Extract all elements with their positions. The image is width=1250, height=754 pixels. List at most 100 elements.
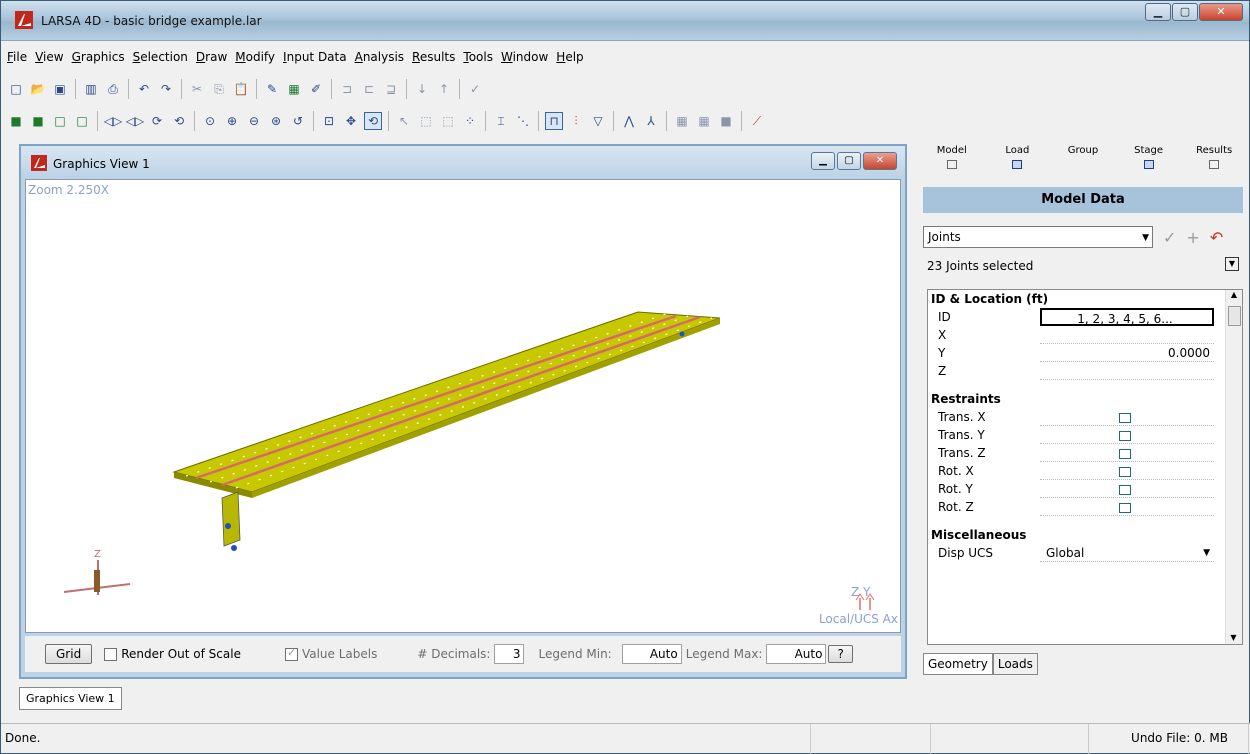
menu-help[interactable]: Help — [556, 50, 583, 64]
align-center-icon[interactable]: ⊏ — [360, 80, 378, 98]
value-labels-option[interactable]: Value Labels — [284, 646, 377, 661]
render-out-of-scale-checkbox[interactable] — [104, 648, 118, 661]
menu-modify[interactable]: Modify — [235, 50, 275, 64]
local-axes-icon[interactable]: ⅄ — [642, 112, 660, 130]
select-box-icon[interactable]: ⬚ — [417, 112, 435, 130]
cube-outline-icon[interactable]: □ — [51, 112, 69, 130]
grid-table-icon[interactable]: ▦ — [673, 112, 691, 130]
value-labels-checkbox[interactable] — [284, 646, 298, 661]
open-folder-icon[interactable]: 📂 — [29, 80, 47, 98]
scroll-up-icon[interactable]: ▲ — [1226, 290, 1242, 299]
id-field[interactable]: 1, 2, 3, 4, 5, 6... — [1040, 308, 1214, 326]
rot-y-checkbox[interactable] — [1040, 480, 1214, 498]
member-ends-icon[interactable]: ⋱ — [514, 112, 532, 130]
pan-icon[interactable]: ✥ — [342, 112, 360, 130]
cube-solid-icon[interactable]: ■ — [7, 112, 25, 130]
edit-properties-icon[interactable]: ✎ — [263, 80, 281, 98]
member-icon[interactable]: ⌶ — [492, 112, 510, 130]
legend-max-input[interactable]: Auto — [766, 644, 827, 664]
help-button[interactable]: ? — [828, 645, 853, 663]
property-grid-scrollbar[interactable]: ▲ ▼ — [1225, 290, 1242, 644]
type-select[interactable]: Joints ▼ — [923, 226, 1153, 248]
tab-loads[interactable]: Loads — [992, 653, 1038, 675]
menu-input-data[interactable]: Input Data — [283, 50, 347, 64]
rot-x-checkbox[interactable] — [1040, 462, 1214, 480]
copy-icon[interactable]: ⎘ — [210, 80, 228, 98]
filter-icon[interactable]: ▽ — [589, 112, 607, 130]
cut-icon[interactable]: ✂ — [188, 80, 206, 98]
sort-ascending-icon[interactable]: ↓ — [413, 80, 431, 98]
legend-min-input[interactable]: Auto — [621, 644, 682, 664]
doc-tab-graphics-view[interactable]: Graphics View 1 — [19, 687, 122, 710]
align-left-icon[interactable]: ⊐ — [338, 80, 356, 98]
axes-icon[interactable]: ⋀ — [620, 112, 638, 130]
tab-results[interactable]: Results — [1181, 141, 1247, 187]
disp-ucs-select[interactable]: Global ▼ — [1040, 544, 1214, 562]
zoom-previous-icon[interactable]: ↺ — [289, 112, 307, 130]
render-out-of-scale-option[interactable]: Render Out of Scale — [104, 647, 241, 661]
tab-load[interactable]: Load — [985, 141, 1051, 187]
tab-stage[interactable]: Stage — [1116, 141, 1182, 187]
zoom-icon[interactable]: ⊙ — [201, 112, 219, 130]
unselect-box-icon[interactable]: ⬚ — [439, 112, 457, 130]
y-field[interactable]: 0.0000 — [1040, 344, 1214, 362]
zoom-window-icon[interactable]: ⊡ — [320, 112, 338, 130]
menu-draw[interactable]: Draw — [196, 50, 227, 64]
trans-z-checkbox[interactable] — [1040, 444, 1214, 462]
add-plus-icon[interactable]: + — [1186, 228, 1199, 247]
z-field[interactable] — [1040, 362, 1214, 380]
cube-wire-icon[interactable]: □ — [73, 112, 91, 130]
frame-view-icon[interactable]: ⊓ — [545, 112, 563, 130]
orbit-icon[interactable]: ⟲ — [364, 112, 382, 130]
checkmark-icon[interactable]: ✓ — [466, 80, 484, 98]
graphics-close-button[interactable]: ✕ — [863, 152, 897, 170]
sort-descending-icon[interactable]: ↑ — [435, 80, 453, 98]
load-display-icon[interactable]: ⫶ — [567, 112, 585, 130]
results-chart-icon[interactable]: ⟋ — [748, 112, 766, 130]
apply-check-icon[interactable]: ✓ — [1163, 228, 1176, 247]
undo-icon[interactable]: ↶ — [135, 80, 153, 98]
menu-window[interactable]: Window — [501, 50, 548, 64]
menu-results[interactable]: Results — [412, 50, 455, 64]
scroll-down-icon[interactable]: ▼ — [1226, 633, 1241, 642]
fill-square-icon[interactable]: ■ — [717, 112, 735, 130]
selection-dropdown-icon[interactable]: ▼ — [1225, 257, 1239, 271]
redo-icon[interactable]: ↷ — [157, 80, 175, 98]
grid-table-2-icon[interactable]: ▦ — [695, 112, 713, 130]
zoom-in-icon[interactable]: ⊕ — [223, 112, 241, 130]
new-file-icon[interactable]: □ — [7, 80, 25, 98]
project-icon[interactable]: ▥ — [82, 80, 100, 98]
model-canvas[interactable]: Zoom 2.250X Z Z Y Local/UCS Ax — [25, 179, 901, 633]
tab-group[interactable]: Group — [1050, 141, 1116, 187]
rotate-left-icon[interactable]: ◁▷ — [104, 112, 122, 130]
scroll-thumb[interactable] — [1228, 306, 1241, 326]
rotate-up-icon[interactable]: ⟳ — [148, 112, 166, 130]
tab-model[interactable]: Model — [919, 141, 985, 187]
rotate-down-icon[interactable]: ⟲ — [170, 112, 188, 130]
tab-geometry[interactable]: Geometry — [923, 653, 993, 675]
menu-tools[interactable]: Tools — [463, 50, 493, 64]
maximize-button[interactable]: ▢ — [1172, 3, 1198, 21]
align-right-icon[interactable]: ⊒ — [382, 80, 400, 98]
zoom-out-icon[interactable]: ⊖ — [245, 112, 263, 130]
menu-view[interactable]: View — [35, 50, 63, 64]
menu-analysis[interactable]: Analysis — [355, 50, 404, 64]
graphics-minimize-button[interactable]: ▁ — [811, 152, 835, 170]
rot-z-checkbox[interactable] — [1040, 498, 1214, 516]
menu-file[interactable]: File — [7, 50, 27, 64]
grid-button[interactable]: Grid — [45, 644, 93, 664]
pointer-icon[interactable]: ↖ — [395, 112, 413, 130]
select-joints-icon[interactable]: ⁘ — [461, 112, 479, 130]
paste-icon[interactable]: 📋 — [232, 80, 250, 98]
minimize-button[interactable]: ▁ — [1145, 3, 1171, 21]
close-button[interactable]: ✕ — [1199, 3, 1243, 21]
zoom-extents-icon[interactable]: ⊛ — [267, 112, 285, 130]
x-field[interactable] — [1040, 326, 1214, 344]
decimals-input[interactable]: 3 — [494, 644, 525, 664]
save-icon[interactable]: ▣ — [51, 80, 69, 98]
pencil-icon[interactable]: ✐ — [307, 80, 325, 98]
menu-selection[interactable]: Selection — [133, 50, 188, 64]
print-icon[interactable]: ⎙ — [104, 80, 122, 98]
rotate-right-icon[interactable]: ◁▷ — [126, 112, 144, 130]
spreadsheet-icon[interactable]: ▦ — [285, 80, 303, 98]
